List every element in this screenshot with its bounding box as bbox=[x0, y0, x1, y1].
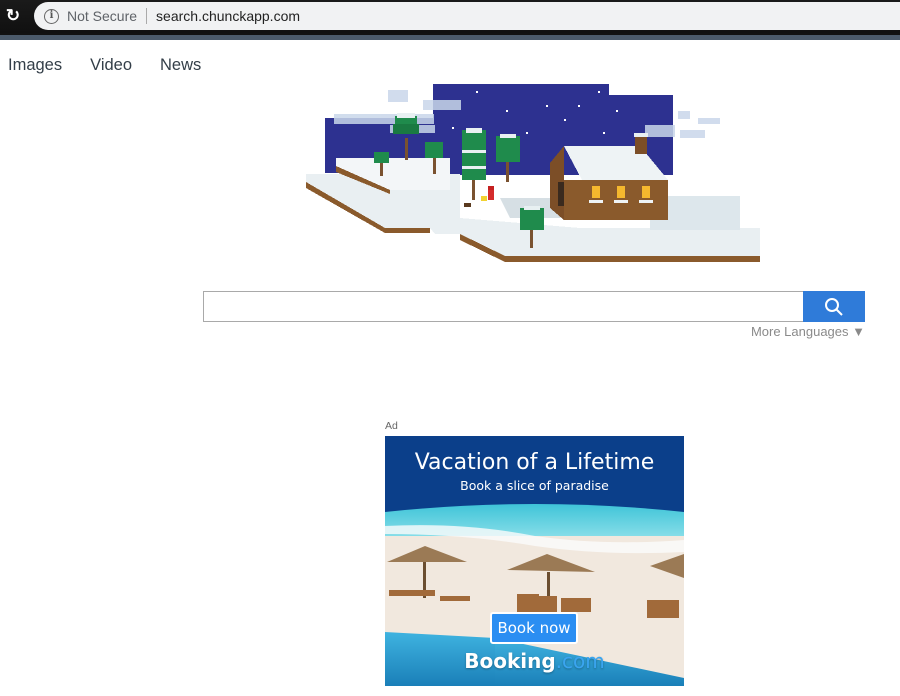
winter-scene-illustration bbox=[306, 84, 760, 262]
reload-icon[interactable]: ↻ bbox=[2, 5, 24, 27]
address-bar[interactable]: i Not Secure search.chunckapp.com bbox=[34, 2, 900, 30]
book-now-button[interactable]: Book now bbox=[490, 612, 578, 644]
nav-news[interactable]: News bbox=[160, 56, 201, 75]
search-button[interactable] bbox=[803, 291, 865, 322]
ad-banner[interactable]: Vacation of a Lifetime Book a slice of p… bbox=[385, 436, 684, 686]
info-icon[interactable]: i bbox=[44, 8, 59, 24]
nav-video[interactable]: Video bbox=[90, 56, 132, 75]
security-status: Not Secure bbox=[67, 8, 138, 24]
nav-images[interactable]: Images bbox=[8, 56, 62, 75]
brand-main: Booking bbox=[464, 649, 556, 673]
person-with-dog bbox=[464, 186, 494, 207]
divider bbox=[146, 8, 148, 24]
ad-label: Ad bbox=[385, 420, 398, 432]
url-text[interactable]: search.chunckapp.com bbox=[156, 8, 300, 24]
search-icon bbox=[825, 297, 843, 316]
toolbar-shadow bbox=[0, 33, 900, 40]
ad-subtitle: Book a slice of paradise bbox=[460, 478, 609, 493]
brand-suffix: .com bbox=[555, 649, 605, 673]
search-form bbox=[203, 291, 865, 322]
more-languages-link[interactable]: More Languages ▼ bbox=[700, 324, 865, 339]
ad-title: Vacation of a Lifetime bbox=[414, 450, 655, 475]
booking-logo: Booking.com bbox=[385, 649, 684, 673]
top-nav: Images Video News bbox=[8, 56, 201, 75]
search-input[interactable] bbox=[203, 291, 803, 322]
